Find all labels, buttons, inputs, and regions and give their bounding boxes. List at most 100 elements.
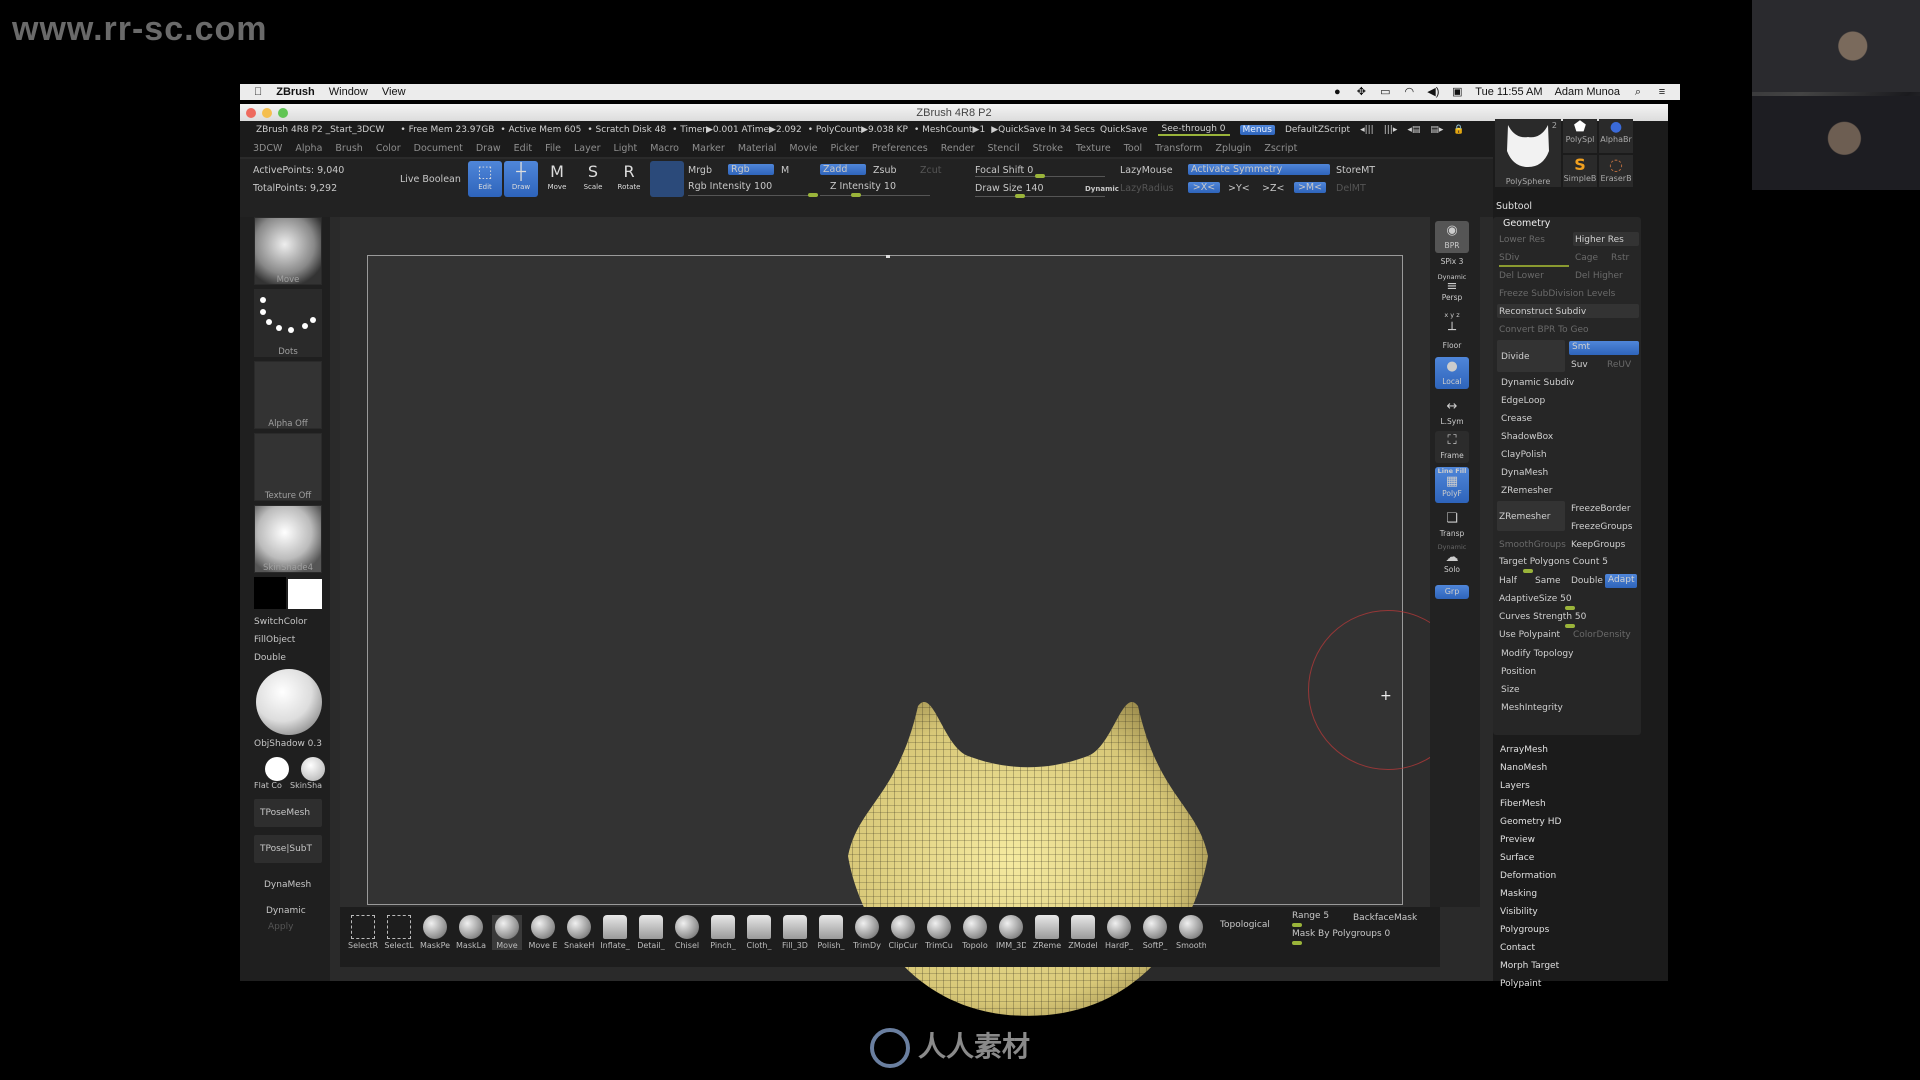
subpalette-polypaint[interactable]: Polypaint [1500,979,1541,989]
switch-color-button[interactable]: SwitchColor [254,617,307,627]
brush-clipcur[interactable]: ClipCur [888,915,918,950]
shadowbox-subpalette[interactable]: ShadowBox [1501,432,1553,442]
xyz-toggle[interactable]: x y z [1435,311,1469,321]
zsub-button[interactable]: Zsub [873,165,897,176]
subpalette-polygroups[interactable]: Polygroups [1500,925,1549,935]
smt-toggle[interactable]: Smt [1569,341,1639,355]
menu-draw[interactable]: Draw [476,143,501,154]
brush-imm-3d[interactable]: IMM_3D [996,915,1026,950]
topological-toggle[interactable]: Topological [1220,920,1270,930]
del-higher-button[interactable]: Del Higher [1575,271,1623,281]
brush-zreme[interactable]: ZReme [1032,915,1062,950]
freeze-subdiv-button[interactable]: Freeze SubDivision Levels [1499,289,1615,299]
edgeloop-subpalette[interactable]: EdgeLoop [1501,396,1545,406]
menu-render[interactable]: Render [941,143,975,154]
cage-button[interactable]: Cage [1575,253,1598,263]
zremesher-subpalette[interactable]: ZRemesher [1501,486,1553,496]
lock-icon[interactable]: 🔒 [1453,125,1464,135]
menu-texture[interactable]: Texture [1076,143,1111,154]
lower-res-button[interactable]: Lower Res [1499,235,1545,245]
m-button[interactable]: M [781,165,789,176]
menu-stroke[interactable]: Stroke [1033,143,1063,154]
color-swatch-button[interactable] [650,161,684,197]
see-through-slider[interactable]: See-through 0 [1157,124,1230,136]
subtool-section[interactable]: Subtool [1496,201,1532,212]
menu-preferences[interactable]: Preferences [872,143,928,154]
edit-button[interactable]: ⬚ Edit [468,161,502,197]
symmetry-z-button[interactable]: >Z< [1262,183,1284,194]
double-button[interactable]: Double [1571,576,1603,586]
brush-softp-[interactable]: SoftP_ [1140,915,1170,950]
mesh-model[interactable] [838,686,1218,1026]
convert-bpr-button[interactable]: Convert BPR To Geo [1499,325,1589,335]
menu-app-name[interactable]: ZBrush [276,86,315,98]
claypolish-subpalette[interactable]: ClayPolish [1501,450,1547,460]
brush-snakeh[interactable]: SnakeH [564,915,594,950]
subpalette-morph-target[interactable]: Morph Target [1500,961,1559,971]
dynamic-toggle-left[interactable]: Dynamic [266,906,306,916]
subpalette-layers[interactable]: Layers [1500,781,1530,791]
z-intensity-knob[interactable] [851,193,861,197]
dynamic-subdiv-subpalette[interactable]: Dynamic Subdiv [1501,378,1574,388]
z-intensity-slider[interactable]: Z Intensity 10 [830,181,896,192]
menu-picker[interactable]: Picker [831,143,859,154]
menu-tool[interactable]: Tool [1124,143,1142,154]
menus-button[interactable]: Menus [1239,125,1275,135]
menu-zplugin[interactable]: Zplugin [1215,143,1251,154]
rotate-button[interactable]: R Rotate [612,161,646,197]
subpalette-geometry-hd[interactable]: Geometry HD [1500,817,1561,827]
reconstruct-subdiv-button[interactable]: Reconstruct Subdiv [1499,307,1586,317]
document-canvas[interactable] [367,255,1403,1016]
curves-strength-slider[interactable]: Curves Strength 50 [1499,612,1586,622]
half-button[interactable]: Half [1499,576,1517,586]
quicksave-button[interactable]: QuickSave [1100,125,1148,135]
rgb-intensity-slider[interactable]: Rgb Intensity 100 [688,181,772,192]
network-icon[interactable]: ✥ [1355,86,1367,98]
menu-3dcw[interactable]: 3DCW [253,143,282,154]
dynamesh-button[interactable]: DynaMesh [264,880,311,890]
divide-button[interactable]: Divide [1501,352,1530,362]
mask-by-polygroups-slider[interactable]: Mask By Polygroups 0 [1292,929,1390,939]
menu-file[interactable]: File [545,143,561,154]
dynamesh-subpalette[interactable]: DynaMesh [1501,468,1548,478]
brush-fill-3d[interactable]: Fill_3D [780,915,810,950]
brush-selectl[interactable]: SelectL [384,915,414,950]
adaptive-size-knob[interactable] [1565,606,1575,610]
move-button[interactable]: M Move [540,161,574,197]
menu-material[interactable]: Material [738,143,777,154]
menu-macro[interactable]: Macro [650,143,679,154]
subpalette-contact[interactable]: Contact [1500,943,1535,953]
obj-shadow-slider[interactable]: ObjShadow 0.3 [254,739,322,749]
flat-color-material[interactable] [265,757,289,781]
layout-icon-1[interactable]: ◂▤ [1407,125,1420,135]
floor-button[interactable]: ┴ Floor [1435,321,1469,353]
frame-button[interactable]: ⛶ Frame [1435,431,1469,463]
draw-size-knob[interactable] [1015,194,1025,198]
sdiv-slider[interactable]: SDiv [1499,253,1519,263]
brush-trimcu[interactable]: TrimCu [924,915,954,950]
menu-stencil[interactable]: Stencil [988,143,1020,154]
layout-icon-2[interactable]: ▤▸ [1430,125,1443,135]
wifi-icon[interactable]: ◠ [1403,86,1415,98]
tool-thumb-polysphere[interactable]: 2 PolySphere [1495,119,1561,187]
double-button[interactable]: Double [254,653,286,663]
symmetry-y-button[interactable]: >Y< [1228,183,1250,194]
brush-trimdy[interactable]: TrimDy [852,915,882,950]
color-density-slider[interactable]: ColorDensity [1573,630,1631,640]
airplay-icon[interactable]: ▭ [1379,86,1391,98]
grp-button[interactable]: Grp [1435,585,1469,599]
rgb-intensity-knob[interactable] [808,193,818,197]
crease-subpalette[interactable]: Crease [1501,414,1532,424]
focal-shift-slider[interactable]: Focal Shift 0 [975,165,1033,176]
brush-move-e[interactable]: Move E [528,915,558,950]
range-slider[interactable]: Range 5 [1292,911,1329,921]
draw-size-track[interactable] [975,196,1105,197]
menu-document[interactable]: Document [414,143,463,154]
menu-brush[interactable]: Brush [335,143,362,154]
zcut-button[interactable]: Zcut [920,165,941,176]
fill-object-button[interactable]: FillObject [254,635,295,645]
subpalette-nanomesh[interactable]: NanoMesh [1500,763,1547,773]
reuv-button[interactable]: ReUV [1607,360,1631,370]
adaptive-size-slider[interactable]: AdaptiveSize 50 [1499,594,1572,604]
menu-alpha[interactable]: Alpha [295,143,322,154]
